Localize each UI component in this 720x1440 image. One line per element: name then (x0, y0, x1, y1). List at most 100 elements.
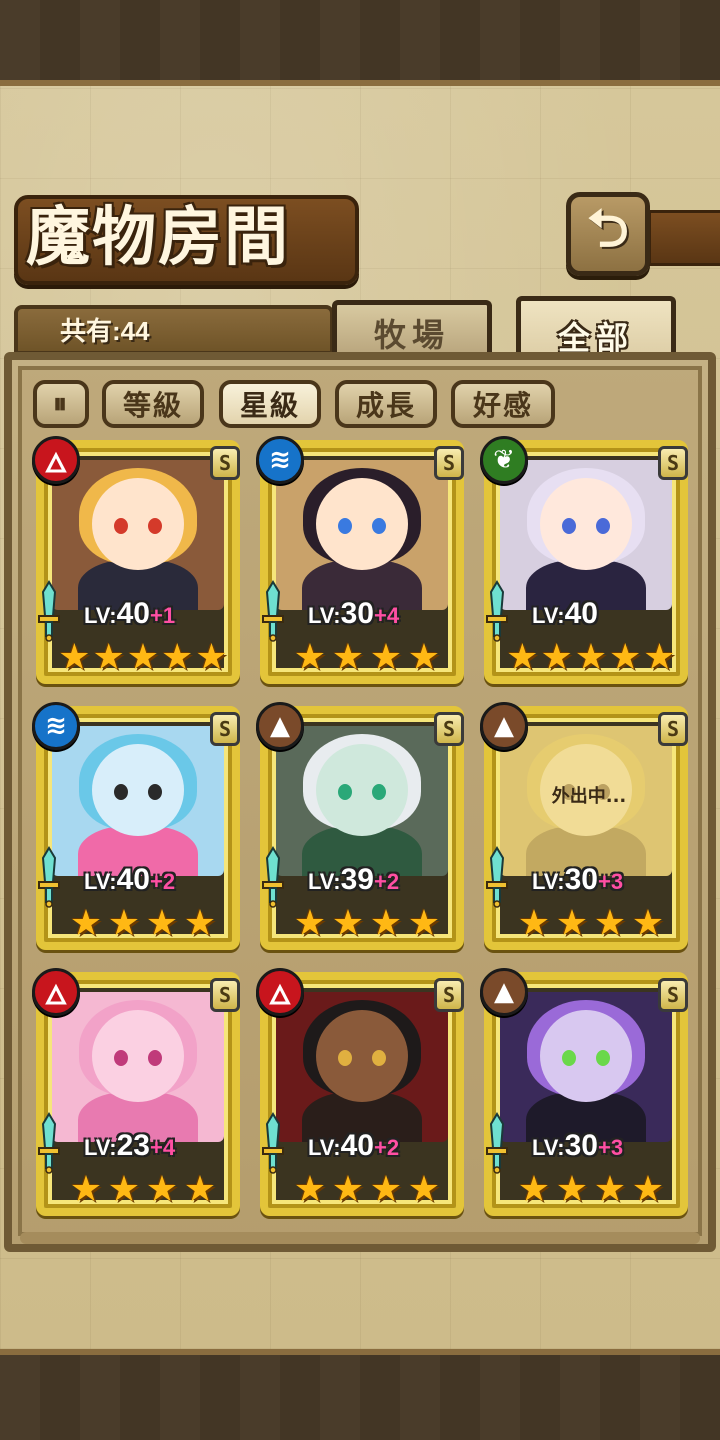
filter-star-label: 星級 (239, 389, 300, 422)
water-element-icon: ≋ (256, 436, 304, 484)
star-icon: ★ (145, 1169, 179, 1210)
top-border (0, 0, 720, 80)
level-bonus: +3 (597, 1135, 624, 1160)
star-icon: ★ (331, 1169, 365, 1210)
monster-count: 共有:44 (60, 316, 150, 346)
water-element-icon: ≋ (32, 702, 80, 750)
earth-element-icon: ▲ (480, 968, 528, 1016)
star-icon: ★ (195, 637, 228, 678)
star-icon: ★ (161, 637, 194, 678)
star-rating: ★ ★ ★ ★ ★ (506, 637, 675, 680)
star-icon: ★ (574, 637, 608, 678)
star-icon: ★ (517, 1169, 551, 1210)
sword-icon (258, 1112, 288, 1176)
star-icon: ★ (293, 1169, 327, 1210)
star-rating: ★ ★ ★ ★ (292, 1172, 442, 1212)
monster-card[interactable]: ≋ S LV:30+4 ★ ★ ★ ★ (256, 436, 464, 684)
star-icon: ★ (126, 637, 160, 678)
back-button[interactable]: ⮌ (566, 192, 650, 276)
star-rating: ★ ★ ★ ★ (516, 906, 666, 946)
rank-badge: S (210, 978, 240, 1012)
star-icon: ★ (643, 637, 676, 678)
star-icon: ★ (369, 1169, 403, 1210)
monster-card[interactable]: ❦ S LV:40 ★ ★ ★ ★ ★ (480, 436, 688, 684)
star-icon: ★ (593, 1169, 627, 1210)
wood-element-icon: ❦ (480, 436, 528, 484)
monster-card[interactable]: 🜂 S LV:40+2 ★ ★ ★ ★ (256, 968, 464, 1216)
level-text: LV:30+3 (532, 1128, 682, 1164)
rank-badge: S (434, 446, 464, 480)
star-icon: ★ (407, 1169, 441, 1210)
rank-badge: S (434, 978, 464, 1012)
monster-portrait (52, 726, 224, 876)
star-icon: ★ (407, 903, 441, 944)
monster-portrait (52, 992, 224, 1142)
tab-farm[interactable]: 牧場 (332, 300, 492, 360)
level-prefix: LV: (532, 1135, 565, 1160)
filter-growth-label: 成長 (355, 389, 416, 422)
level-text: LV:40 (532, 596, 682, 632)
star-icon: ★ (107, 903, 141, 944)
monster-portrait (52, 460, 224, 610)
level-prefix: LV: (84, 869, 117, 894)
sword-icon (482, 846, 512, 910)
filter-level-label: 等級 (122, 389, 183, 422)
star-icon: ★ (506, 637, 539, 678)
monster-card[interactable]: 🜂 S LV:23+4 ★ ★ ★ ★ (32, 968, 240, 1216)
filter-level-button[interactable]: 等級 (102, 380, 204, 428)
level-value: 30 (564, 863, 598, 896)
monster-card[interactable]: ▲ S LV:30+3 ★ ★ ★ ★ (480, 968, 688, 1216)
rank-badge: S (658, 978, 688, 1012)
monster-card[interactable]: 🜂 S LV:40+1 ★ ★ ★ ★ ★ (32, 436, 240, 684)
star-icon: ★ (555, 903, 589, 944)
sword-icon (34, 846, 64, 910)
star-icon: ★ (609, 637, 642, 678)
filter-growth-button[interactable]: 成長 (335, 380, 437, 428)
level-text: LV:40+2 (84, 862, 234, 898)
sword-icon (258, 580, 288, 644)
star-icon: ★ (293, 903, 327, 944)
sort-toggle-icon: ⏸ (52, 387, 69, 420)
level-value: 30 (340, 597, 374, 630)
filter-star-button[interactable]: 星級 (219, 380, 321, 428)
fire-element-icon: 🜂 (32, 968, 80, 1016)
monster-card[interactable]: ≋ S LV:40+2 ★ ★ ★ ★ (32, 702, 240, 950)
level-bonus: +2 (373, 869, 400, 894)
sword-icon (482, 580, 512, 644)
star-rating: ★ ★ ★ ★ (292, 640, 442, 680)
level-text: LV:30+3 (532, 862, 682, 898)
earth-element-icon: ▲ (480, 702, 528, 750)
level-value: 40 (340, 1129, 374, 1162)
star-icon: ★ (631, 903, 665, 944)
rank-badge: S (658, 712, 688, 746)
level-text: LV:23+4 (84, 1128, 234, 1164)
monster-portrait (500, 992, 672, 1142)
rank-badge: S (658, 446, 688, 480)
star-icon: ★ (183, 1169, 217, 1210)
star-icon: ★ (69, 1169, 103, 1210)
level-value: 30 (564, 1129, 598, 1162)
level-bonus: +3 (597, 869, 624, 894)
level-prefix: LV: (308, 869, 341, 894)
filter-affection-button[interactable]: 好感 (451, 380, 555, 428)
away-status: 外出中... (551, 786, 627, 807)
star-icon: ★ (58, 637, 91, 678)
star-rating: ★ ★ ★ ★ (516, 1172, 666, 1212)
return-arrow-icon: ⮌ (587, 198, 629, 259)
level-prefix: LV: (308, 1135, 341, 1160)
fire-element-icon: 🜂 (32, 436, 80, 484)
level-value: 40 (116, 597, 150, 630)
level-bonus: +2 (149, 869, 176, 894)
star-icon: ★ (593, 903, 627, 944)
bottom-border (0, 1355, 720, 1440)
level-prefix: LV: (308, 603, 341, 628)
monster-card[interactable]: ▲ S LV:39+2 ★ ★ ★ ★ (256, 702, 464, 950)
rank-badge: S (210, 446, 240, 480)
earth-element-icon: ▲ (256, 702, 304, 750)
star-icon: ★ (92, 637, 125, 678)
monster-card[interactable]: 外出中... ▲ S LV:30+3 ★ ★ ★ ★ (480, 702, 688, 950)
star-icon: ★ (331, 903, 365, 944)
level-prefix: LV: (84, 603, 117, 628)
level-text: LV:30+4 (308, 596, 458, 632)
sort-toggle-button[interactable]: ⏸ (33, 380, 89, 428)
